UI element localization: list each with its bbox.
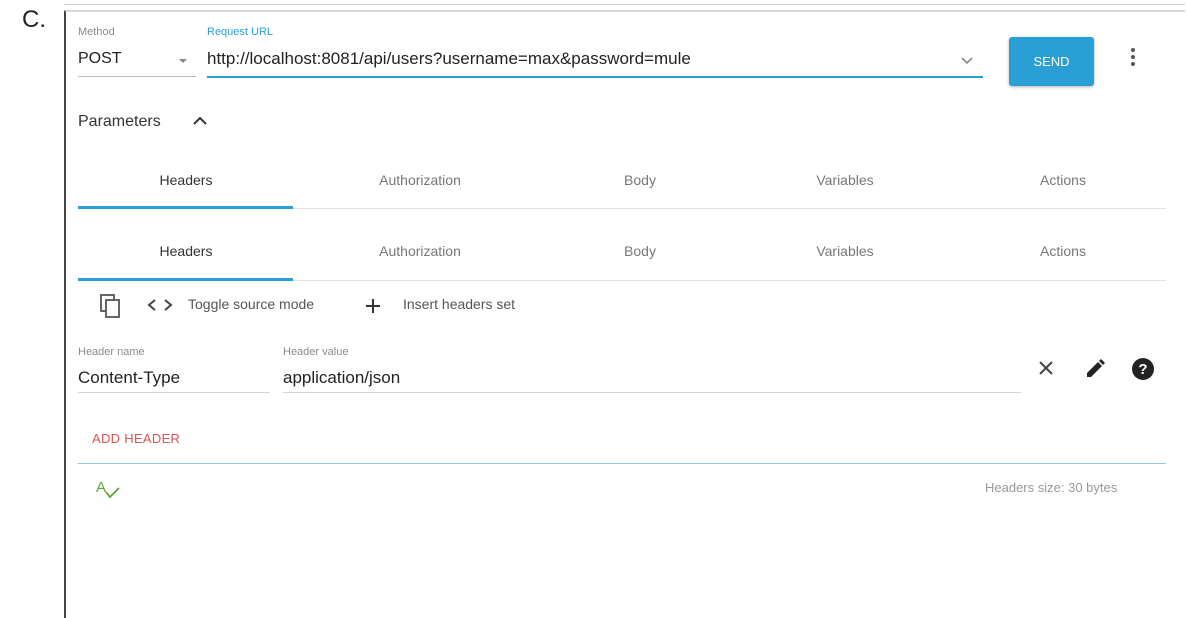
url-label: Request URL — [207, 26, 274, 38]
tab-variables[interactable]: Variables — [745, 243, 945, 259]
send-button[interactable]: SEND — [1009, 37, 1094, 86]
header-name-label: Header name — [78, 346, 145, 358]
code-icon[interactable] — [146, 297, 174, 313]
chevron-down-icon[interactable] — [960, 56, 974, 65]
dropdown-arrow-icon[interactable] — [178, 58, 188, 64]
add-header-button[interactable]: ADD HEADER — [92, 431, 180, 446]
insert-headers-set-button[interactable]: Insert headers set — [403, 296, 515, 312]
tab-authorization[interactable]: Authorization — [320, 172, 520, 188]
tab-indicator — [78, 278, 293, 281]
tab-headers[interactable]: Headers — [86, 243, 286, 259]
tab-indicator — [78, 206, 293, 209]
option-letter: C. — [22, 6, 46, 33]
method-underline — [78, 76, 196, 77]
header-name-input[interactable]: Content-Type — [78, 368, 180, 388]
tabs-divider — [293, 208, 1166, 209]
request-panel — [64, 10, 1185, 618]
svg-text:A: A — [96, 479, 106, 496]
edit-icon[interactable] — [1084, 358, 1106, 380]
method-select[interactable]: POST — [78, 50, 122, 68]
tabs-divider — [293, 280, 1166, 281]
method-label: Method — [78, 26, 115, 38]
header-value-underline — [283, 392, 1021, 393]
tab-authorization[interactable]: Authorization — [320, 243, 520, 259]
spellcheck-icon[interactable]: A — [95, 478, 121, 500]
url-input[interactable]: http://localhost:8081/api/users?username… — [207, 49, 691, 69]
svg-text:?: ? — [1138, 361, 1147, 378]
parameters-toggle[interactable]: Parameters — [78, 113, 161, 131]
help-icon[interactable]: ? — [1131, 357, 1155, 381]
close-icon[interactable] — [1037, 359, 1055, 377]
tab-headers[interactable]: Headers — [86, 172, 286, 188]
plus-icon[interactable] — [364, 297, 382, 315]
top-divider — [64, 4, 1185, 5]
url-underline — [207, 76, 983, 78]
more-vert-icon[interactable] — [1126, 46, 1140, 68]
header-value-label: Header value — [283, 346, 349, 358]
send-button-label: SEND — [1033, 54, 1070, 69]
tab-actions[interactable]: Actions — [963, 172, 1163, 188]
header-name-underline — [78, 392, 270, 393]
chevron-up-icon[interactable] — [192, 115, 208, 127]
tab-actions[interactable]: Actions — [963, 243, 1163, 259]
headers-size-text: Headers size: 30 bytes — [985, 480, 1118, 495]
toggle-source-mode-button[interactable]: Toggle source mode — [188, 296, 314, 312]
tab-body[interactable]: Body — [540, 243, 740, 259]
section-divider — [78, 463, 1166, 464]
copy-icon[interactable] — [99, 293, 121, 319]
header-value-input[interactable]: application/json — [283, 368, 400, 388]
tab-variables[interactable]: Variables — [745, 172, 945, 188]
tab-body[interactable]: Body — [540, 172, 740, 188]
